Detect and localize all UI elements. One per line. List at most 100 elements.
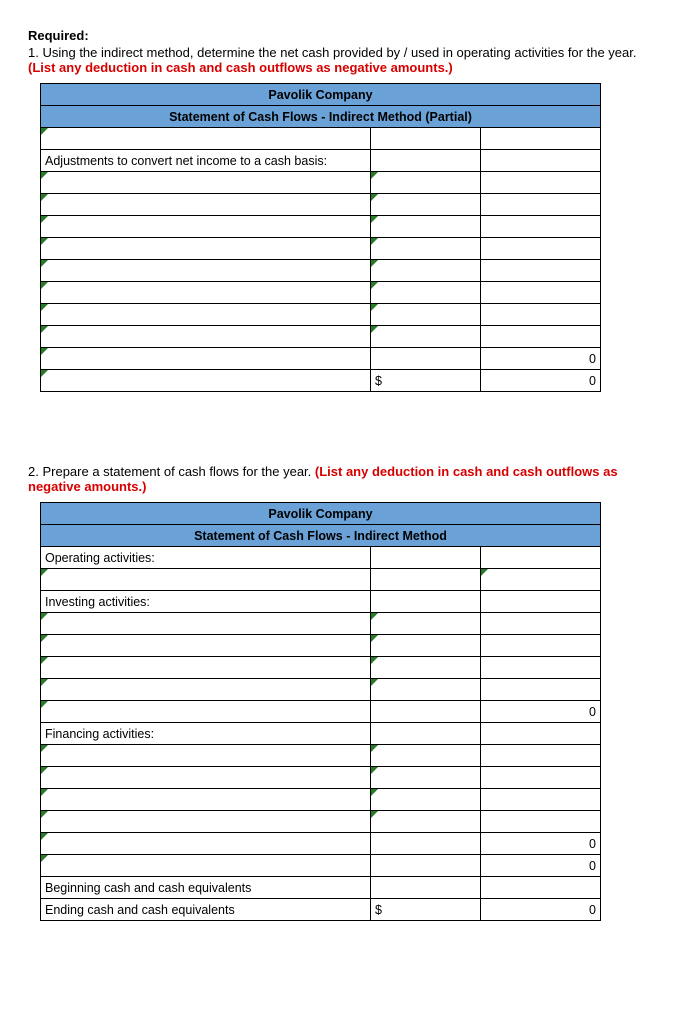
input-row-label[interactable]: [41, 216, 371, 238]
t1-grandtotal: 0: [481, 370, 601, 392]
input-row-val1[interactable]: [371, 194, 481, 216]
cell[interactable]: [371, 833, 481, 855]
input-row-val2[interactable]: [481, 128, 601, 150]
cell[interactable]: [481, 679, 601, 701]
table-partial-cashflows: Pavolik Company Statement of Cash Flows …: [40, 83, 601, 392]
t2-financing-sub: 0: [481, 833, 601, 855]
t2-company-header: Pavolik Company: [41, 503, 601, 525]
q2-text: Prepare a statement of cash flows for th…: [42, 464, 314, 479]
cell[interactable]: [481, 591, 601, 613]
currency-symbol: $: [371, 370, 481, 392]
q1-num: 1.: [28, 45, 39, 60]
cell[interactable]: [481, 260, 601, 282]
cell[interactable]: [481, 326, 601, 348]
cell[interactable]: [481, 172, 601, 194]
cell[interactable]: [481, 811, 601, 833]
input-row-label[interactable]: [41, 282, 371, 304]
q1-red-text: (List any deduction in cash and cash out…: [28, 60, 453, 75]
input-row-label[interactable]: [41, 833, 371, 855]
input-row-val1[interactable]: [371, 282, 481, 304]
adjustments-label: Adjustments to convert net income to a c…: [41, 150, 371, 172]
cell[interactable]: [371, 701, 481, 723]
currency-symbol: $: [371, 899, 481, 921]
t2-financing-total: 0: [481, 855, 601, 877]
cell[interactable]: [481, 216, 601, 238]
input-row-label[interactable]: [41, 172, 371, 194]
cell[interactable]: [371, 877, 481, 899]
input-row-label[interactable]: [41, 569, 371, 591]
input-row-label[interactable]: [41, 194, 371, 216]
cell[interactable]: [481, 150, 601, 172]
input-row-label[interactable]: [41, 260, 371, 282]
cell[interactable]: [481, 723, 601, 745]
q1-text: Using the indirect method, determine the…: [42, 45, 636, 60]
cell[interactable]: [371, 150, 481, 172]
cell[interactable]: [481, 613, 601, 635]
cell[interactable]: [481, 745, 601, 767]
input-row-label[interactable]: [41, 789, 371, 811]
input-row-val1[interactable]: [371, 745, 481, 767]
cell[interactable]: [371, 591, 481, 613]
input-row-label[interactable]: [41, 326, 371, 348]
input-row-val1[interactable]: [371, 635, 481, 657]
cell[interactable]: [371, 723, 481, 745]
input-row-val1[interactable]: [371, 326, 481, 348]
investing-label: Investing activities:: [41, 591, 371, 613]
input-row-label[interactable]: [41, 238, 371, 260]
input-row-val1[interactable]: [371, 216, 481, 238]
input-row-label[interactable]: [41, 304, 371, 326]
cell[interactable]: [371, 547, 481, 569]
input-row-label[interactable]: [41, 370, 371, 392]
input-row-val1[interactable]: [371, 260, 481, 282]
q2-num: 2.: [28, 464, 39, 479]
input-row-label[interactable]: [41, 657, 371, 679]
t2-title-header: Statement of Cash Flows - Indirect Metho…: [41, 525, 601, 547]
cell[interactable]: [481, 789, 601, 811]
input-row-label[interactable]: [41, 679, 371, 701]
operating-label: Operating activities:: [41, 547, 371, 569]
input-row-val1[interactable]: [371, 304, 481, 326]
input-row-val2[interactable]: [481, 569, 601, 591]
input-row-label[interactable]: [41, 767, 371, 789]
input-row-val1[interactable]: [371, 789, 481, 811]
t2-ending-total: 0: [481, 899, 601, 921]
input-row-val1[interactable]: [371, 238, 481, 260]
input-row-label[interactable]: [41, 613, 371, 635]
input-row-label[interactable]: [41, 635, 371, 657]
ending-label: Ending cash and cash equivalents: [41, 899, 371, 921]
input-row-label[interactable]: [41, 128, 371, 150]
t1-subtotal: 0: [481, 348, 601, 370]
cell[interactable]: [481, 547, 601, 569]
cell[interactable]: [481, 635, 601, 657]
input-row-label[interactable]: [41, 348, 371, 370]
cell[interactable]: [481, 282, 601, 304]
beginning-label: Beginning cash and cash equivalents: [41, 877, 371, 899]
cell[interactable]: [371, 855, 481, 877]
cell[interactable]: [371, 569, 481, 591]
required-label: Required:: [28, 28, 89, 43]
cell[interactable]: [481, 767, 601, 789]
financing-label: Financing activities:: [41, 723, 371, 745]
input-row-label[interactable]: [41, 811, 371, 833]
cell[interactable]: [481, 238, 601, 260]
input-row-val2[interactable]: [481, 877, 601, 899]
input-row-label[interactable]: [41, 701, 371, 723]
input-row-val1[interactable]: [371, 657, 481, 679]
input-row-val1[interactable]: [371, 128, 481, 150]
t2-investing-total: 0: [481, 701, 601, 723]
question-1: 1. Using the indirect method, determine …: [28, 45, 656, 75]
input-row-val1[interactable]: [371, 172, 481, 194]
input-row-label[interactable]: [41, 745, 371, 767]
table-full-cashflows: Pavolik Company Statement of Cash Flows …: [40, 502, 601, 921]
cell[interactable]: [481, 194, 601, 216]
question-2: 2. Prepare a statement of cash flows for…: [28, 464, 656, 494]
input-row-val1[interactable]: [371, 767, 481, 789]
cell[interactable]: [371, 348, 481, 370]
t1-title-header: Statement of Cash Flows - Indirect Metho…: [41, 106, 601, 128]
cell[interactable]: [481, 304, 601, 326]
input-row-val1[interactable]: [371, 679, 481, 701]
cell[interactable]: [481, 657, 601, 679]
input-row-label[interactable]: [41, 855, 371, 877]
input-row-val1[interactable]: [371, 811, 481, 833]
input-row-val1[interactable]: [371, 613, 481, 635]
